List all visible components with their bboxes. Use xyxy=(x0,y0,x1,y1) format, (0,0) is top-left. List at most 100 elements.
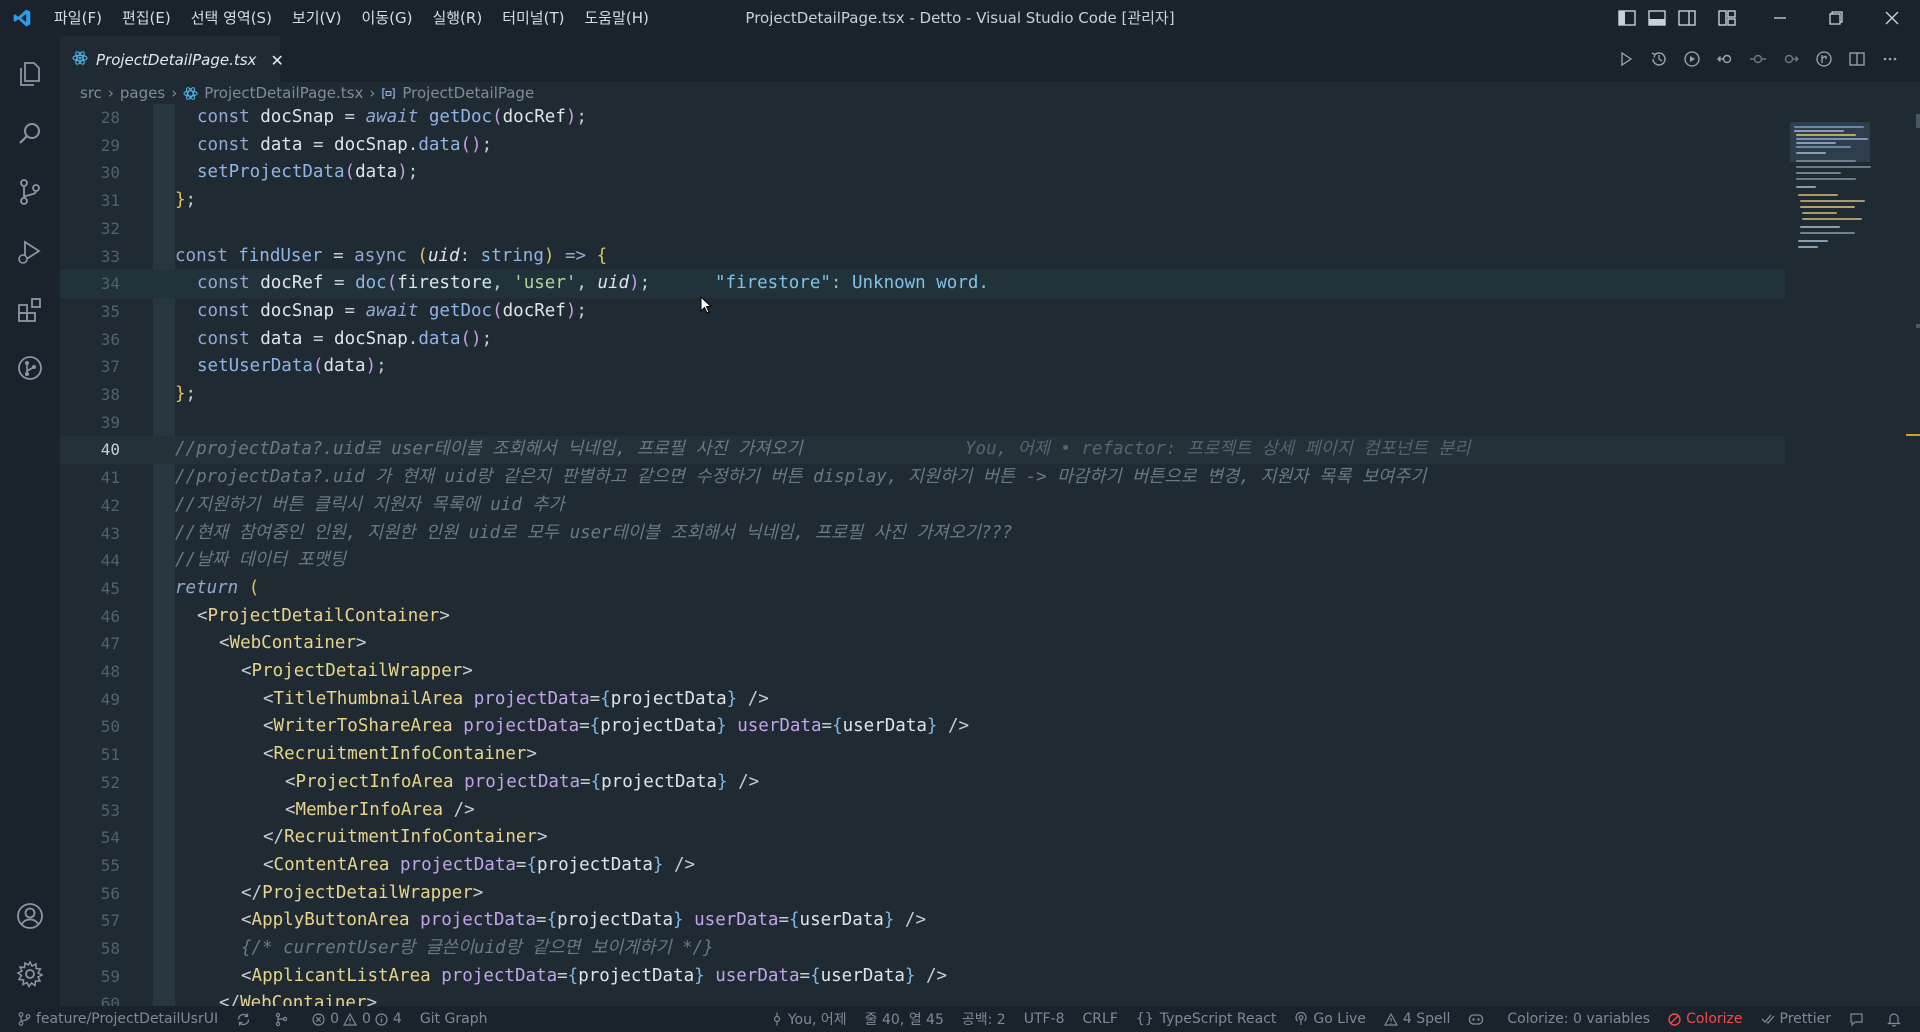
toggle-panel-icon[interactable] xyxy=(1642,0,1672,36)
breadcrumb: src › pages › ProjectDetailPage.tsx › Pr… xyxy=(80,82,534,104)
code-line[interactable]: 58 {/* currentUser랑 글쓴이uid랑 같으면 보이게하기 */} xyxy=(60,935,1785,963)
status-eol[interactable]: CRLF xyxy=(1074,1006,1127,1032)
status-colorize[interactable]: Colorize xyxy=(1659,1006,1751,1032)
code-line[interactable]: 56 </ProjectDetailWrapper> xyxy=(60,880,1785,908)
status-go-live[interactable]: Go Live xyxy=(1285,1006,1374,1032)
restore-icon[interactable] xyxy=(1808,0,1864,36)
menu-selection[interactable]: 선택 영역(S) xyxy=(181,0,282,36)
status-right-group: You, 어제 줄 40, 열 45 공백: 2 UTF-8 CRLF {} T… xyxy=(762,1006,1920,1032)
settings-gear-icon[interactable] xyxy=(0,946,60,1002)
breadcrumb-src[interactable]: src xyxy=(80,84,102,102)
menu-terminal[interactable]: 터미널(T) xyxy=(492,0,574,36)
more-actions-icon[interactable] xyxy=(1873,36,1906,82)
code-line[interactable]: 42//지원하기 버튼 클릭시 지원자 목록에 uid 추가 xyxy=(60,492,1785,520)
code-line[interactable]: 49 <TitleThumbnailArea projectData={proje… xyxy=(60,686,1785,714)
status-problems[interactable]: 0 0 4 xyxy=(303,1006,411,1032)
open-changes-icon[interactable] xyxy=(1807,36,1840,82)
code-line[interactable]: 30 setProjectData(data); xyxy=(60,159,1785,187)
code-line[interactable]: 51 <RecruitmentInfoContainer> xyxy=(60,741,1785,769)
code-line[interactable]: 33 const findUser = async (uid: string) =… xyxy=(60,243,1785,271)
menu-run[interactable]: 실행(R) xyxy=(422,0,492,36)
menu-go[interactable]: 이동(G) xyxy=(352,0,423,36)
code-line[interactable]: 50 <WriterToShareArea projectData={projec… xyxy=(60,713,1785,741)
status-cursor-position[interactable]: 줄 40, 열 45 xyxy=(856,1006,953,1032)
code-line[interactable]: 31}; xyxy=(60,187,1785,215)
symbol-variable-icon xyxy=(381,86,396,101)
code-line[interactable]: 60 </WebContainer> xyxy=(60,990,1785,1006)
status-language[interactable]: {} TypeScript React xyxy=(1127,1006,1286,1032)
status-blame[interactable]: You, 어제 xyxy=(762,1006,856,1032)
status-encoding[interactable]: UTF-8 xyxy=(1015,1006,1074,1032)
toggle-primary-sidebar-icon[interactable] xyxy=(1612,0,1642,36)
timeline-history-icon[interactable] xyxy=(1642,36,1675,82)
code-line[interactable]: 29 const data = docSnap.data(); xyxy=(60,132,1785,160)
split-editor-icon[interactable] xyxy=(1840,36,1873,82)
sync-icon[interactable] xyxy=(227,1006,265,1032)
minimap[interactable] xyxy=(1790,104,1920,1006)
menu-help[interactable]: 도움말(H) xyxy=(574,0,658,36)
menu-file[interactable]: 파일(F) xyxy=(44,0,112,36)
status-prettier[interactable]: Prettier xyxy=(1752,1006,1841,1032)
code-line[interactable]: 38}; xyxy=(60,381,1785,409)
code-line[interactable]: 44//날짜 데이터 포맷팅 xyxy=(60,547,1785,575)
accounts-icon[interactable] xyxy=(0,888,60,944)
code-line[interactable]: 37 setUserData(data); xyxy=(60,353,1785,381)
code-line[interactable]: 55 <ContentArea projectData={projectData}… xyxy=(60,852,1785,880)
code-line[interactable]: 43//현재 참여중인 인원, 지원한 인원 uid로 모두 user테이블 조… xyxy=(60,520,1785,548)
search-icon[interactable] xyxy=(0,106,60,162)
status-indentation[interactable]: 공백: 2 xyxy=(953,1006,1015,1032)
code-editor[interactable]: 28 const docSnap = await getDoc(docRef); … xyxy=(60,104,1785,1006)
source-control-icon[interactable] xyxy=(0,164,60,220)
status-colorize-vars[interactable]: Colorize: 0 variables xyxy=(1498,1006,1659,1032)
warning-icon xyxy=(1383,1012,1398,1026)
git-next-change-icon[interactable] xyxy=(1774,36,1807,82)
code-line[interactable]: 41//projectData?.uid 가 현재 uid랑 같은지 판별하고 … xyxy=(60,464,1785,492)
mouse-cursor-icon xyxy=(700,295,713,318)
code-line[interactable]: 57 <ApplyButtonArea projectData={projectD… xyxy=(60,907,1785,935)
chevron-right-icon: › xyxy=(107,84,114,102)
code-line[interactable]: 36 const data = docSnap.data(); xyxy=(60,326,1785,354)
code-line[interactable]: 54 </RecruitmentInfoContainer> xyxy=(60,824,1785,852)
code-line[interactable]: 53 <MemberInfoArea /> xyxy=(60,797,1785,825)
tab-projectdetailpage[interactable]: ProjectDetailPage.tsx ✕ xyxy=(60,36,284,82)
notifications-bell-icon[interactable] xyxy=(1878,1006,1920,1032)
run-file-icon[interactable] xyxy=(1609,36,1642,82)
git-previous-change-icon[interactable] xyxy=(1708,36,1741,82)
status-spell[interactable]: 4 Spell xyxy=(1375,1006,1460,1032)
code-line[interactable]: 46 <ProjectDetailContainer> xyxy=(60,603,1785,631)
git-graph-icon[interactable] xyxy=(0,340,60,396)
tab-label: ProjectDetailPage.tsx xyxy=(96,51,257,69)
code-line-current[interactable]: 40//projectData?.uid로 user테이블 조회해서 닉네임, … xyxy=(60,436,1785,465)
breadcrumb-pages[interactable]: pages xyxy=(120,84,165,102)
customize-layout-icon[interactable] xyxy=(1712,0,1742,36)
code-line[interactable]: 59 <ApplicantListArea projectData={projec… xyxy=(60,963,1785,991)
extensions-icon[interactable] xyxy=(0,282,60,338)
go-live-play-icon[interactable] xyxy=(1675,36,1708,82)
git-graph-status-icon[interactable] xyxy=(265,1006,303,1032)
vertical-scrollbar[interactable] xyxy=(1906,104,1920,1006)
explorer-icon[interactable] xyxy=(0,46,60,102)
tab-close-icon[interactable]: ✕ xyxy=(270,51,283,70)
git-commit-icon[interactable] xyxy=(1741,36,1774,82)
toggle-secondary-sidebar-icon[interactable] xyxy=(1672,0,1702,36)
menu-view[interactable]: 보기(V) xyxy=(282,0,352,36)
code-line[interactable]: 39 xyxy=(60,409,1785,437)
copilot-icon[interactable] xyxy=(1459,1006,1498,1032)
code-line[interactable]: 32 xyxy=(60,215,1785,243)
status-git-graph[interactable]: Git Graph xyxy=(411,1006,497,1032)
feedback-icon[interactable] xyxy=(1840,1006,1878,1032)
minimize-icon[interactable] xyxy=(1752,0,1808,36)
status-branch[interactable]: feature/ProjectDetailUsrUI xyxy=(0,1006,227,1032)
code-line[interactable]: 47 <WebContainer> xyxy=(60,630,1785,658)
close-window-icon[interactable] xyxy=(1864,0,1920,36)
code-line[interactable]: 35 const docSnap = await getDoc(docRef); xyxy=(60,298,1785,326)
code-line-diagnostic[interactable]: 34 const docRef = doc(firestore, 'user', … xyxy=(60,270,1785,298)
code-line[interactable]: 52 <ProjectInfoArea projectData={projectD… xyxy=(60,769,1785,797)
run-debug-icon[interactable] xyxy=(0,224,60,280)
code-line[interactable]: 48 <ProjectDetailWrapper> xyxy=(60,658,1785,686)
breadcrumb-symbol[interactable]: ProjectDetailPage xyxy=(402,84,534,102)
menu-edit[interactable]: 편집(E) xyxy=(112,0,181,36)
breadcrumb-file[interactable]: ProjectDetailPage.tsx xyxy=(204,84,363,102)
code-line[interactable]: 45 return ( xyxy=(60,575,1785,603)
code-line[interactable]: 28 const docSnap = await getDoc(docRef); xyxy=(60,104,1785,132)
